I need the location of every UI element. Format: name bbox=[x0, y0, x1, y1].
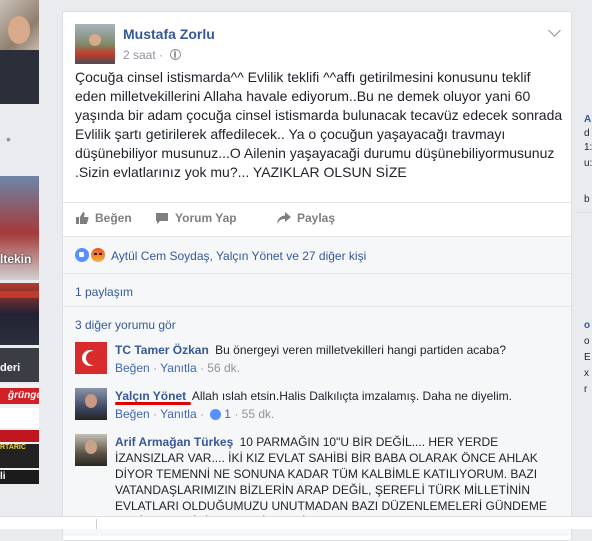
share-count-link[interactable]: 1 paylaşım bbox=[75, 285, 133, 299]
post-body-text: Çocuğa cinsel istismarda^^ Evlilik tekli… bbox=[75, 69, 563, 180]
chevron-down-icon[interactable] bbox=[548, 24, 561, 37]
commenter-avatar[interactable] bbox=[75, 434, 107, 466]
more-comments-row: 3 diğer yorumu gör bbox=[63, 306, 571, 337]
sidebar-text: E bbox=[584, 352, 591, 363]
commenter-name[interactable]: TC Tamer Özkan bbox=[115, 343, 209, 357]
comment-text: 10 PARMAĞIN 10"U BİR DEĞİL.... HER YERDE… bbox=[115, 435, 547, 529]
left-photo-caption: deri bbox=[0, 362, 21, 374]
newspaper-banner bbox=[0, 430, 39, 442]
right-sidebar: A d 1: u: b o o E x r bbox=[576, 0, 592, 528]
left-photo-3[interactable] bbox=[0, 283, 39, 345]
like-label: Beğen bbox=[95, 211, 132, 225]
left-photo-4[interactable]: deri bbox=[0, 348, 39, 382]
newspaper-text bbox=[0, 408, 39, 428]
left-photo-caption: ltekin bbox=[0, 252, 32, 266]
red-underline-annotation bbox=[115, 402, 191, 405]
post-author-name[interactable]: Mustafa Zorlu bbox=[123, 26, 215, 42]
commenter-avatar[interactable] bbox=[75, 342, 107, 374]
comment-icon bbox=[156, 213, 168, 224]
person-face bbox=[8, 16, 30, 44]
avatar-face bbox=[85, 394, 97, 408]
post-card: Mustafa Zorlu 2 saat · Çocuğa cinsel ist… bbox=[62, 11, 572, 541]
comment-like-link[interactable]: Beğen bbox=[115, 407, 150, 421]
meta-separator: · bbox=[159, 48, 167, 62]
post-action-bar: Beğen Yorum Yap Paylaş bbox=[63, 202, 571, 237]
sidebar-text: 1: bbox=[584, 142, 592, 153]
like-icon bbox=[75, 248, 89, 262]
comment-meta: Beğen · Yanıtla · 1 · 55 dk. bbox=[115, 407, 275, 421]
sidebar-text[interactable]: o bbox=[584, 320, 590, 331]
comment-reply-link[interactable]: Yanıtla bbox=[160, 407, 196, 421]
comment-text: Bu önergeyi veren milletvekilleri hangi … bbox=[215, 343, 506, 357]
share-button[interactable]: Paylaş bbox=[277, 211, 335, 225]
person-suit bbox=[0, 50, 39, 104]
comment-like-count[interactable]: 1 bbox=[224, 407, 231, 421]
reactions-summary[interactable]: Aytül Cem Soydaş, Yalçın Yönet ve 27 diğ… bbox=[111, 249, 366, 263]
sidebar-text: x bbox=[584, 368, 589, 379]
left-photo-2[interactable]: ltekin bbox=[0, 176, 39, 280]
commenter-avatar[interactable] bbox=[75, 388, 107, 420]
newspaper-caption: li bbox=[0, 470, 39, 484]
post-meta: 2 saat · bbox=[123, 48, 182, 62]
avatar-face bbox=[85, 440, 97, 454]
commenter-name[interactable]: Arif Armağan Türkeş bbox=[115, 435, 233, 449]
sidebar-text: r bbox=[584, 384, 588, 395]
newspaper-headline-2: RTARIC bbox=[0, 444, 39, 468]
comment-label: Yorum Yap bbox=[175, 211, 237, 225]
bottom-chat-bar bbox=[0, 516, 592, 529]
like-icon bbox=[210, 409, 222, 420]
comment-reply-link[interactable]: Yanıtla bbox=[160, 361, 196, 375]
comment-body: Yalçın Yönet Allah ıslah etsin.Halis Dal… bbox=[115, 388, 555, 422]
sidebar-text[interactable]: A bbox=[584, 114, 591, 125]
sidebar-text: b bbox=[584, 194, 590, 205]
author-avatar[interactable] bbox=[75, 24, 115, 64]
sidebar-text: o bbox=[584, 336, 590, 347]
comment-text: Allah ıslah etsin.Halis Dalkılıçta imzal… bbox=[191, 389, 512, 403]
thumbs-up-icon bbox=[76, 212, 89, 224]
comment-body: TC Tamer Özkan Bu önergeyi veren milletv… bbox=[115, 342, 555, 376]
newspaper-headline: ğrünge bbox=[0, 388, 39, 404]
comments-list: TC Tamer Özkan Bu önergeyi veren milletv… bbox=[63, 336, 571, 536]
comment-like-link[interactable]: Beğen bbox=[115, 361, 150, 375]
commenter-name[interactable]: Yalçın Yönet bbox=[115, 389, 186, 403]
comment-time[interactable]: 55 dk. bbox=[242, 407, 275, 421]
sidebar-text: u: bbox=[584, 158, 592, 169]
view-more-comments-link[interactable]: 3 diğer yorumu gör bbox=[75, 318, 176, 332]
share-icon bbox=[277, 212, 291, 224]
comment-time[interactable]: 56 dk. bbox=[207, 361, 240, 375]
comment-button[interactable]: Yorum Yap bbox=[155, 211, 237, 225]
left-photo-5[interactable]: ğrünge RTARIC li bbox=[0, 384, 39, 484]
angry-icon bbox=[91, 248, 105, 262]
share-label: Paylaş bbox=[297, 211, 336, 225]
banner-strip bbox=[0, 291, 39, 298]
crescent-cutout bbox=[86, 351, 100, 365]
sidebar-divider bbox=[576, 212, 592, 213]
left-photo-column: • ltekin deri ğrünge RTARIC li bbox=[0, 0, 39, 528]
comment-meta: Beğen · Yanıtla · 56 dk. bbox=[115, 361, 240, 375]
post-timestamp[interactable]: 2 saat bbox=[123, 48, 156, 62]
reactions-bar[interactable]: Aytül Cem Soydaş, Yalçın Yönet ve 27 diğ… bbox=[63, 236, 571, 273]
globe-icon[interactable] bbox=[170, 49, 182, 60]
avatar-figure bbox=[89, 34, 101, 46]
left-photo-1[interactable] bbox=[0, 0, 39, 104]
dot-icon: • bbox=[6, 131, 11, 147]
like-button[interactable]: Beğen bbox=[75, 211, 132, 225]
sidebar-text: d bbox=[584, 128, 590, 139]
share-count-row: 1 paylaşım bbox=[63, 273, 571, 306]
